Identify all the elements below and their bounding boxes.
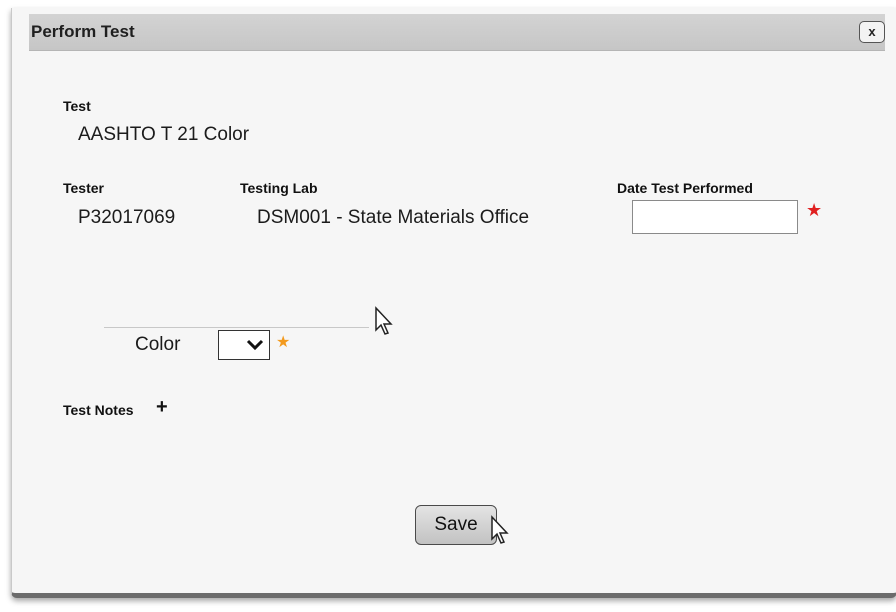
color-select[interactable] — [218, 330, 270, 360]
color-label: Color — [135, 334, 181, 355]
close-icon[interactable]: x — [868, 24, 875, 39]
add-note-icon[interactable]: + — [156, 396, 168, 419]
testing-lab-label: Testing Lab — [240, 180, 318, 196]
dialog-titlebar[interactable]: Perform Test x — [29, 14, 885, 51]
close-button[interactable]: x — [859, 21, 885, 43]
required-star-icon: ★ — [276, 334, 291, 351]
tester-label: Tester — [63, 180, 104, 196]
date-test-performed-input[interactable] — [632, 200, 798, 234]
test-notes-label: Test Notes — [63, 402, 134, 418]
required-star-icon: ★ — [806, 200, 823, 220]
mouse-pointer-icon — [375, 306, 393, 335]
date-test-performed-label: Date Test Performed — [617, 180, 753, 196]
test-label: Test — [63, 98, 91, 114]
testing-lab-value: DSM001 - State Materials Office — [257, 207, 530, 228]
test-value: AASHTO T 21 Color — [78, 124, 250, 145]
divider — [104, 327, 369, 328]
chevron-down-icon — [246, 339, 264, 351]
save-button[interactable]: Save — [415, 505, 497, 545]
mouse-pointer-icon — [491, 515, 509, 544]
dialog-title: Perform Test — [31, 22, 135, 41]
tester-value: P32017069 — [78, 207, 176, 228]
